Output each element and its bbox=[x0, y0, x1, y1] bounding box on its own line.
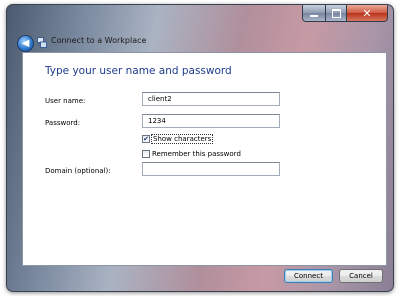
domain-label: Domain (optional): bbox=[45, 167, 111, 175]
window-frame: ✕ ◀ Connect to a Workplace Type your use… bbox=[6, 4, 394, 292]
remember-password-row[interactable]: Remember this password bbox=[142, 150, 241, 158]
show-characters-row[interactable]: ✔ Show characters bbox=[142, 134, 214, 144]
show-characters-checkbox[interactable]: ✔ bbox=[142, 135, 150, 143]
back-arrow-icon: ◀ bbox=[21, 37, 30, 49]
domain-input[interactable] bbox=[142, 162, 280, 176]
network-icon bbox=[37, 37, 47, 48]
back-button[interactable]: ◀ bbox=[17, 35, 34, 52]
password-label: Password: bbox=[45, 119, 81, 127]
minimize-button[interactable] bbox=[302, 5, 326, 22]
client-area: Type your user name and password User na… bbox=[22, 52, 387, 266]
remember-password-label: Remember this password bbox=[152, 150, 241, 158]
username-input[interactable]: client2 bbox=[142, 92, 280, 106]
button-bar: Connect Cancel bbox=[22, 265, 387, 291]
page-heading: Type your user name and password bbox=[45, 65, 232, 77]
caption-buttons: ✕ bbox=[302, 5, 388, 22]
connect-button[interactable]: Connect bbox=[284, 269, 333, 283]
maximize-icon bbox=[331, 8, 341, 18]
window-title: Connect to a Workplace bbox=[51, 36, 147, 45]
cancel-button[interactable]: Cancel bbox=[339, 269, 383, 283]
remember-password-checkbox[interactable] bbox=[142, 150, 150, 158]
minimize-icon bbox=[310, 15, 318, 17]
close-icon: ✕ bbox=[362, 6, 372, 20]
maximize-button[interactable] bbox=[326, 5, 347, 22]
show-characters-label: Show characters bbox=[150, 134, 214, 144]
username-label: User name: bbox=[45, 97, 86, 105]
password-input[interactable]: 1234 bbox=[142, 114, 280, 128]
close-button[interactable]: ✕ bbox=[347, 5, 388, 22]
